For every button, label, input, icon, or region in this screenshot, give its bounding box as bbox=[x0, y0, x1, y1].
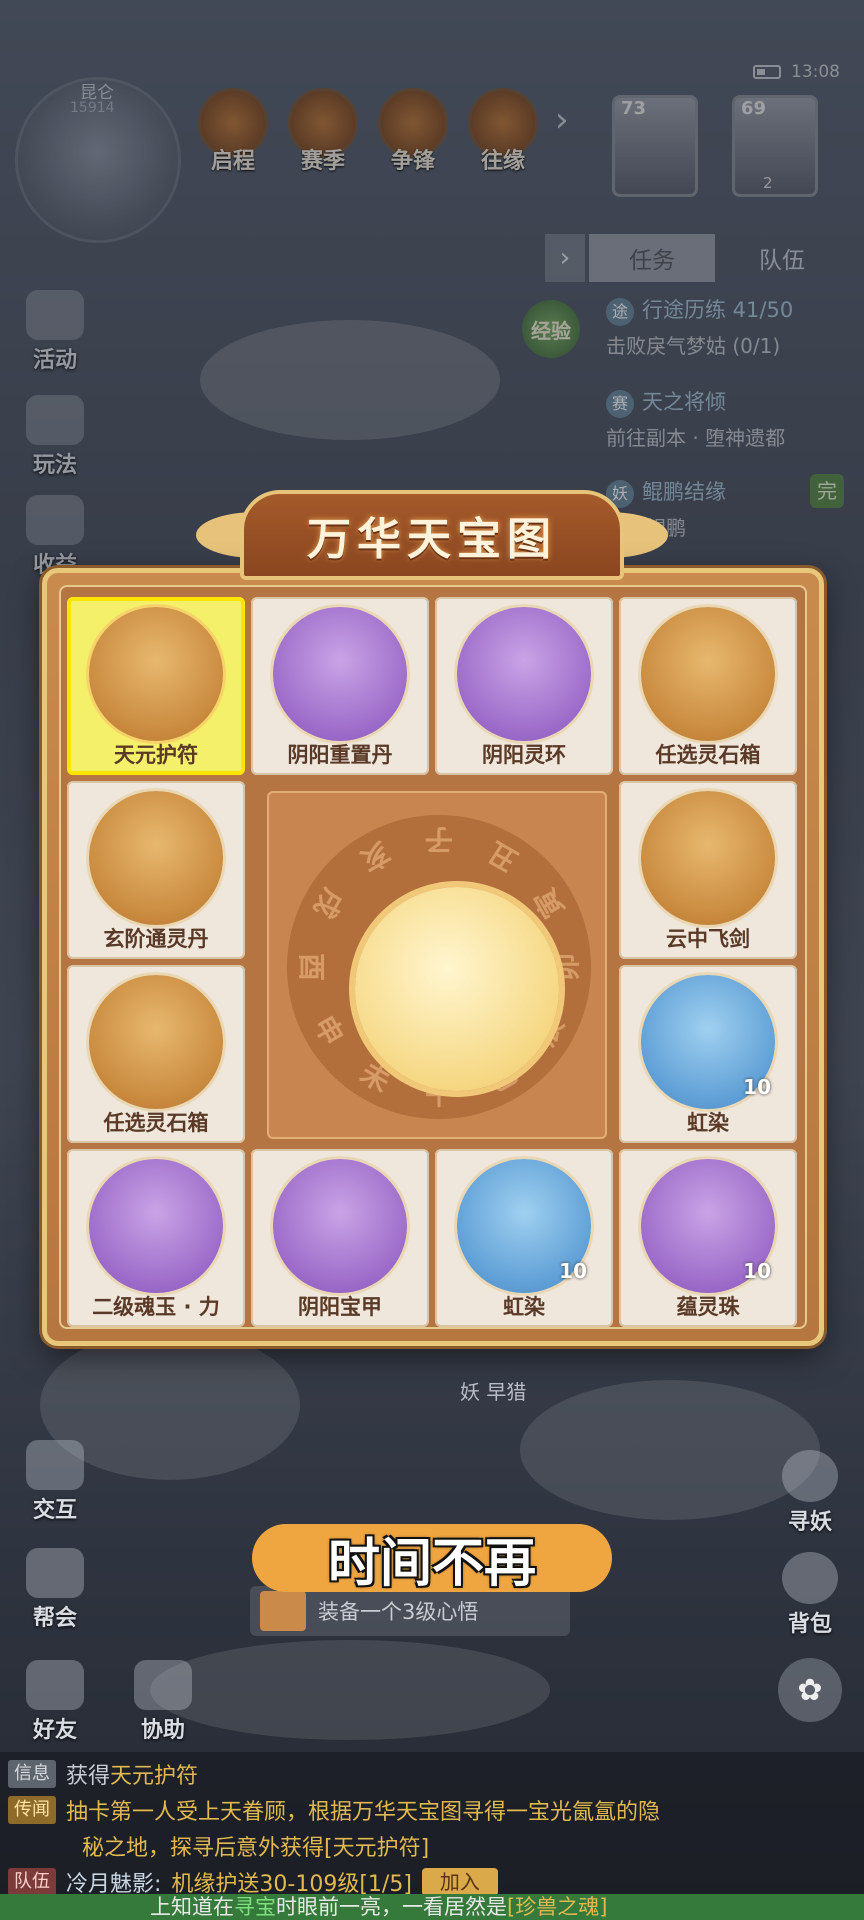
reward-label: 云中飞剑 bbox=[666, 927, 750, 951]
reward-cell-1[interactable]: 阴阳重置丹 bbox=[251, 597, 429, 775]
reward-cell-6[interactable]: 任选灵石箱 bbox=[67, 965, 245, 1143]
chat-channel: 传闻 bbox=[8, 1796, 56, 1824]
menu-backpack[interactable]: 背包 bbox=[775, 1552, 845, 1638]
menu-friends[interactable]: 好友 bbox=[20, 1660, 90, 1744]
ring-icon bbox=[457, 607, 591, 741]
chat-text: 受上天眷顾，根据万华天宝图寻得一宝光氤氲的隐 bbox=[176, 1800, 661, 1825]
chat-item-link[interactable]: 天元护符 bbox=[110, 1764, 198, 1789]
reward-label: 虹染 bbox=[503, 1295, 545, 1319]
menu-assist[interactable]: 协助 bbox=[128, 1660, 198, 1744]
reward-label: 蕴灵珠 bbox=[676, 1295, 740, 1319]
orb-pill-icon bbox=[273, 607, 407, 741]
reward-qty: 10 bbox=[743, 1259, 771, 1283]
reward-cell-11[interactable]: 10 蕴灵珠 bbox=[619, 1149, 797, 1327]
menu-label: 寻妖 bbox=[787, 1510, 832, 1535]
reward-cell-5[interactable]: 云中飞剑 bbox=[619, 781, 797, 959]
interact-icon bbox=[26, 1440, 84, 1490]
assist-icon bbox=[134, 1660, 192, 1710]
reward-cell-3[interactable]: 任选灵石箱 bbox=[619, 597, 797, 775]
subtitle-text: 时间不再 bbox=[327, 1533, 536, 1594]
zodiac-wheel: 亥戌酉申未午巳辰卯寅丑子 bbox=[287, 815, 591, 1119]
menu-seek-demon[interactable]: 寻妖 bbox=[775, 1450, 845, 1536]
menu-label: 好友 bbox=[32, 1718, 77, 1743]
reward-cell-9[interactable]: 阴阳宝甲 bbox=[251, 1149, 429, 1327]
backpack-icon bbox=[782, 1552, 838, 1604]
reward-label: 天元护符 bbox=[114, 743, 198, 767]
zodiac-mark: 申 bbox=[307, 1010, 350, 1052]
menu-interact[interactable]: 交互 bbox=[20, 1440, 90, 1524]
video-subtitle: 时间不再 bbox=[252, 1524, 612, 1594]
zodiac-mark: 戌 bbox=[307, 882, 350, 924]
demon-icon bbox=[782, 1450, 838, 1502]
marquee-highlight: 寻宝 bbox=[234, 1895, 276, 1919]
chat-channel: 队伍 bbox=[8, 1868, 56, 1896]
marquee-text: 时眼前一亮，一看居然是 bbox=[276, 1895, 507, 1919]
reward-label: 阴阳重置丹 bbox=[287, 743, 393, 767]
zodiac-mark: 酉 bbox=[295, 952, 328, 981]
quest-text: 装备一个3级心悟 bbox=[318, 1600, 479, 1624]
zodiac-mark: 亥 bbox=[354, 835, 396, 878]
chat-channel: 信息 bbox=[8, 1760, 56, 1788]
reward-label: 任选灵石箱 bbox=[655, 743, 761, 767]
menu-label: 交互 bbox=[32, 1498, 77, 1523]
menu-label: 帮会 bbox=[32, 1606, 77, 1631]
reward-qty: 10 bbox=[743, 1075, 771, 1099]
reward-cell-4[interactable]: 玄阶通灵丹 bbox=[67, 781, 245, 959]
draw-wheel[interactable]: 亥戌酉申未午巳辰卯寅丑子 bbox=[267, 791, 607, 1139]
broadcast-marquee: 上知道在寻宝时眼前一亮，一看居然是[珍兽之魂] bbox=[0, 1894, 864, 1920]
marquee-item: [珍兽之魂] bbox=[507, 1895, 608, 1919]
panel-title: 万华天宝图 bbox=[307, 514, 557, 565]
equipment-icon bbox=[260, 1591, 306, 1631]
chat-line: 信息 获得天元护符 bbox=[8, 1758, 198, 1790]
zodiac-mark: 丑 bbox=[482, 835, 524, 878]
zodiac-mark: 子 bbox=[425, 823, 454, 856]
flying-sword-icon bbox=[641, 791, 775, 925]
npc-label: 妖 早猎 bbox=[460, 1380, 527, 1404]
reward-cell-2[interactable]: 阴阳灵环 bbox=[435, 597, 613, 775]
reward-label: 任选灵石箱 bbox=[103, 1111, 209, 1135]
reward-cell-7[interactable]: 10 虹染 bbox=[619, 965, 797, 1143]
reward-cell-0[interactable]: 天元护符 bbox=[67, 597, 245, 775]
reward-cell-8[interactable]: 二级魂玉 · 力 bbox=[67, 1149, 245, 1327]
chat-text: 获得 bbox=[66, 1764, 111, 1789]
amulet-icon bbox=[89, 607, 223, 741]
current-reward-amulet-icon bbox=[355, 887, 559, 1091]
friends-icon bbox=[26, 1660, 84, 1710]
guild-icon bbox=[26, 1548, 84, 1598]
reward-label: 虹染 bbox=[687, 1111, 729, 1135]
chat-line: 秘之地，探寻后意外获得[天元护符] bbox=[82, 1836, 430, 1861]
panel-title-banner: 万华天宝图 bbox=[240, 490, 624, 580]
reward-label: 二级魂玉 · 力 bbox=[92, 1295, 220, 1319]
reward-label: 阴阳宝甲 bbox=[298, 1295, 382, 1319]
chat-line: 传闻 抽卡第一人受上天眷顾，根据万华天宝图寻得一宝光氤氲的隐 bbox=[8, 1794, 660, 1826]
chat-text: 抽卡第一人 bbox=[66, 1800, 177, 1825]
reward-label: 阴阳灵环 bbox=[482, 743, 566, 767]
treasure-map-panel: 天元护符 阴阳重置丹 阴阳灵环 任选灵石箱 玄阶通灵丹 云中飞剑 任选灵石箱 1… bbox=[42, 568, 824, 1346]
gift-box-icon bbox=[89, 975, 223, 1109]
join-button[interactable]: 加入 bbox=[421, 1868, 498, 1896]
marquee-text: 上知道在 bbox=[150, 1895, 234, 1919]
spirit-pill-icon bbox=[89, 791, 223, 925]
reward-qty: 10 bbox=[559, 1259, 587, 1283]
armor-icon bbox=[273, 1159, 407, 1293]
soul-jade-icon bbox=[89, 1159, 223, 1293]
menu-label: 协助 bbox=[140, 1718, 185, 1743]
flower-settings-icon[interactable]: ✿ bbox=[778, 1658, 842, 1722]
gift-box-icon bbox=[641, 607, 775, 741]
reward-cell-10[interactable]: 10 虹染 bbox=[435, 1149, 613, 1327]
menu-guild[interactable]: 帮会 bbox=[20, 1548, 90, 1632]
menu-label: 背包 bbox=[787, 1612, 832, 1637]
reward-label: 玄阶通灵丹 bbox=[103, 927, 209, 951]
